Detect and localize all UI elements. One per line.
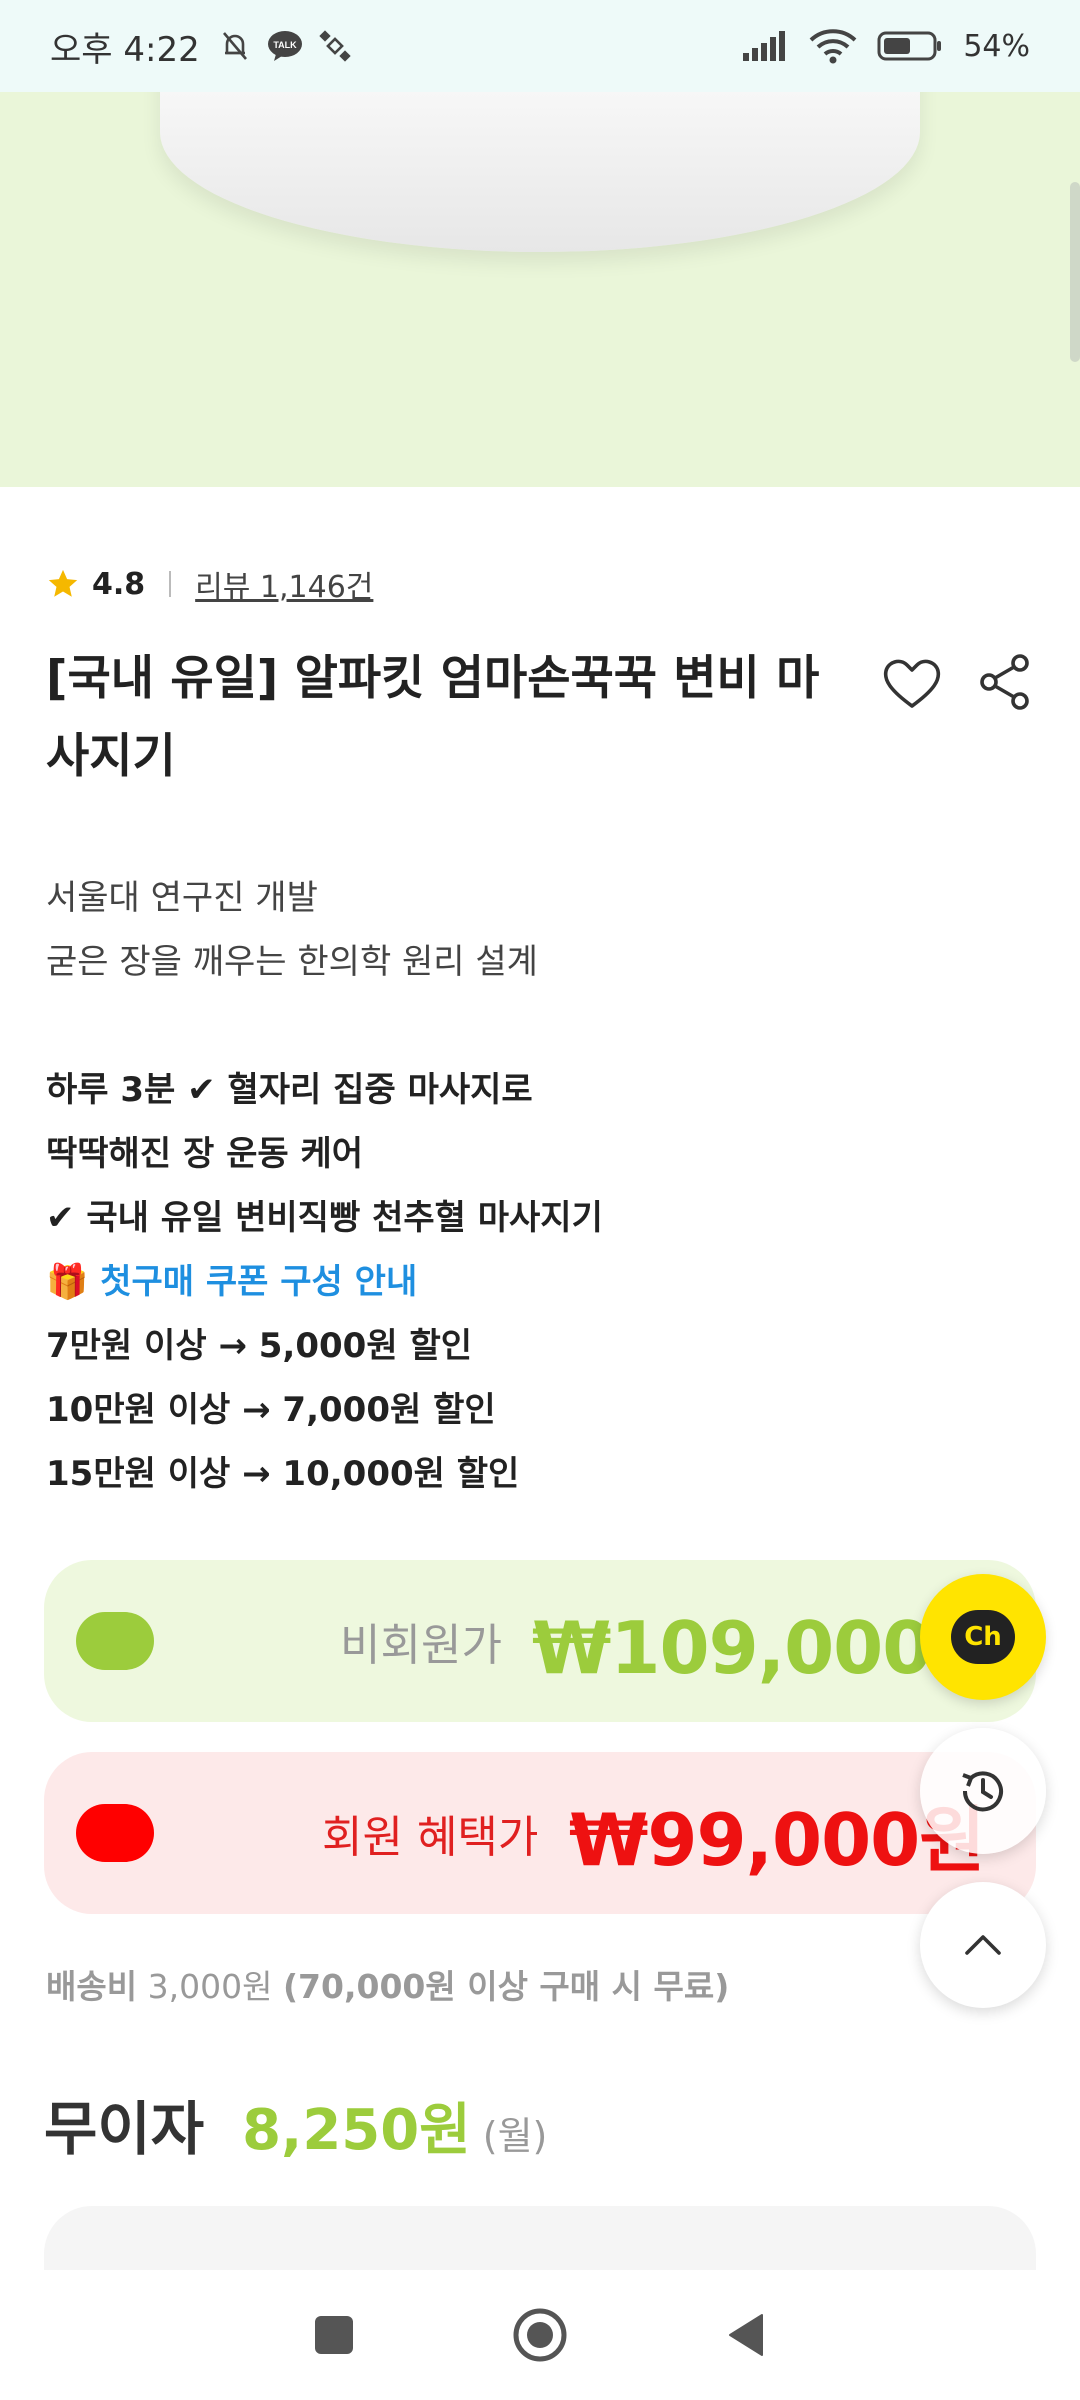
star-icon bbox=[48, 569, 78, 597]
status-bar: 오후 4:22 TALK 54% bbox=[0, 0, 1080, 92]
desc-line: 굳은 장을 깨우는 한의학 원리 설계 bbox=[46, 942, 538, 982]
installment-info: 무이자 8,250원 (월) bbox=[44, 2082, 547, 2166]
signal-icon bbox=[743, 31, 786, 61]
rating-row: 4.8 리뷰 1,146건 bbox=[46, 562, 373, 606]
coupon-info-line: 🎁 첫구매 쿠폰 구성 안내 bbox=[46, 1250, 603, 1314]
back-button[interactable] bbox=[718, 2307, 774, 2363]
nonmember-price-label: 비회원가 bbox=[340, 1620, 502, 1671]
battery-percent: 54% bbox=[963, 28, 1030, 64]
product-photo-device bbox=[160, 92, 920, 252]
wifi-icon bbox=[809, 29, 857, 64]
system-nav-bar bbox=[0, 2270, 1080, 2400]
desc-line: 서울대 연구진 개발 bbox=[46, 878, 318, 918]
product-title-line: [국내 유일] 알파킷 엄마손꾹꾹 변비 마 bbox=[46, 651, 820, 706]
product-title-line: 사지기 bbox=[46, 729, 176, 784]
channel-chat-button[interactable]: Ch bbox=[920, 1574, 1046, 1700]
desc-spacer bbox=[46, 994, 603, 1058]
back-triangle-icon bbox=[729, 2314, 763, 2356]
divider bbox=[169, 571, 172, 597]
kakaotalk-icon: TALK bbox=[267, 31, 302, 61]
history-icon bbox=[962, 1771, 1003, 1812]
bell-muted-icon bbox=[222, 32, 247, 60]
nonmember-price-box: 비회원가 ₩109,000원 bbox=[44, 1560, 1036, 1722]
desc-line: 10만원 이상 → 7,000원 할인 bbox=[46, 1390, 496, 1430]
shipping-label: 배송비 bbox=[46, 1967, 138, 2006]
status-notification-icons: TALK bbox=[218, 29, 352, 63]
status-system-icons: 54% bbox=[741, 0, 1030, 92]
recents-square-icon bbox=[315, 2316, 353, 2354]
desc-line: 하루 3분 ✔ 혈자리 집중 마사지로 bbox=[46, 1070, 533, 1110]
scrollbar[interactable] bbox=[1070, 182, 1080, 362]
product-description: 서울대 연구진 개발 굳은 장을 깨우는 한의학 원리 설계 하루 3분 ✔ 혈… bbox=[46, 866, 603, 1506]
nonmember-dot-icon bbox=[76, 1612, 154, 1670]
installment-unit: (월) bbox=[482, 2114, 548, 2158]
review-count-link[interactable]: 리뷰 1,146건 bbox=[195, 562, 373, 606]
installment-label: 무이자 bbox=[44, 2095, 205, 2163]
shipping-info: 배송비 3,000원 (70,000원 이상 구매 시 무료) bbox=[46, 1960, 729, 2008]
desc-line: 7만원 이상 → 5,000원 할인 bbox=[46, 1326, 472, 1366]
desc-line: 딱딱해진 장 운동 케어 bbox=[46, 1134, 364, 1174]
desc-line: ✔ 국내 유일 변비직빵 천추혈 마사지기 bbox=[46, 1198, 603, 1238]
gift-icon: 🎁 bbox=[46, 1262, 89, 1302]
chevron-up-icon bbox=[965, 1935, 1001, 1955]
installment-amount: 8,250원 bbox=[242, 2098, 471, 2163]
svg-text:TALK: TALK bbox=[273, 40, 297, 50]
member-price-label: 회원 혜택가 bbox=[322, 1812, 539, 1863]
battery-icon bbox=[877, 31, 942, 61]
desc-line: 15만원 이상 → 10,000원 할인 bbox=[46, 1454, 520, 1494]
home-circle-icon bbox=[513, 2308, 567, 2362]
shipping-condition: (70,000원 이상 구매 시 무료) bbox=[282, 1967, 730, 2006]
wishlist-heart-icon[interactable] bbox=[880, 652, 944, 716]
status-time: 오후 4:22 bbox=[50, 29, 200, 70]
home-button[interactable] bbox=[512, 2307, 568, 2363]
rating-value: 4.8 bbox=[92, 566, 146, 602]
recents-button[interactable] bbox=[306, 2307, 362, 2363]
share-icon[interactable] bbox=[974, 650, 1038, 714]
product-title: [국내 유일] 알파킷 엄마손꾹꾹 변비 마 사지기 bbox=[46, 640, 866, 796]
chat-bubble-icon: Ch bbox=[951, 1610, 1015, 1664]
coupon-info-text: 첫구매 쿠폰 구성 안내 bbox=[100, 1262, 418, 1302]
recent-history-button[interactable] bbox=[920, 1728, 1046, 1854]
product-image[interactable] bbox=[0, 92, 1080, 487]
scroll-to-top-button[interactable] bbox=[920, 1882, 1046, 2008]
satellite-icon bbox=[319, 30, 351, 62]
member-price-box: 회원 혜택가 ₩99,000원 bbox=[44, 1752, 1036, 1914]
member-dot-icon bbox=[76, 1804, 154, 1862]
shipping-fee: 3,000원 bbox=[147, 1967, 273, 2006]
